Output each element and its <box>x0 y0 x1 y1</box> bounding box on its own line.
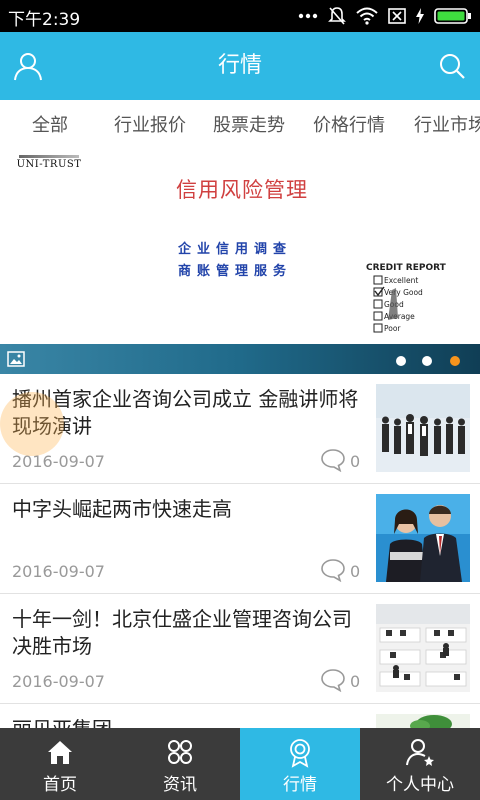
user-icon <box>14 53 42 81</box>
news-thumbnail-business-team <box>376 384 470 472</box>
tab-industry-market[interactable]: 行业市场 <box>414 100 480 152</box>
nav-market-label: 行情 <box>283 775 317 795</box>
search-icon <box>440 54 465 79</box>
status-time: 下午2:39 <box>8 10 81 30</box>
page-title: 行情 <box>217 53 262 78</box>
bottom-nav: 首页 资讯 行情 个人中心 <box>0 728 480 800</box>
comment-icon <box>321 669 345 692</box>
logo-text: UNI-TRUST <box>16 159 82 170</box>
user-star-icon <box>406 739 434 766</box>
nav-market[interactable]: 行情 <box>240 728 360 800</box>
sim-off-icon <box>388 8 406 24</box>
mute-bell-icon <box>328 7 346 25</box>
news-thumbnail-office <box>376 604 470 692</box>
banner-carousel[interactable]: UNI-TRUST 信用风险管理 企业信用调查 商账管理服务 CREDIT RE… <box>0 152 480 374</box>
banner-caption-strip <box>0 344 480 374</box>
wifi-icon <box>356 7 378 25</box>
status-bar: 下午2:39 <box>0 0 480 32</box>
battery-icon <box>434 8 471 24</box>
app-header: 行情 <box>0 32 480 100</box>
category-tabs: 全部 行业报价 股票走势 价格行情 行业市场 <box>0 100 480 152</box>
banner-logo: UNI-TRUST <box>16 155 82 170</box>
tab-price-quotes[interactable]: 价格行情 <box>313 100 385 152</box>
credit-report-graphic: CREDIT REPORT Excellent Very Good Good A… <box>366 263 447 333</box>
more-dots-icon <box>298 13 318 19</box>
nav-profile-label: 个人中心 <box>386 775 454 795</box>
news-title: 播州首家企业咨询公司成立 金融讲师将现场演讲 <box>12 387 359 438</box>
tab-industry-quotes[interactable]: 行业报价 <box>114 100 186 152</box>
news-date: 2016-09-07 <box>12 672 105 691</box>
nav-home[interactable]: 首页 <box>0 728 120 800</box>
nav-profile[interactable]: 个人中心 <box>360 728 480 800</box>
home-icon <box>48 741 72 764</box>
touch-ripple <box>0 392 64 456</box>
news-title: 十年一剑！北京仕盛企业管理咨询公司决胜市场 <box>12 607 352 658</box>
report-option-poor: Poor <box>384 324 401 333</box>
image-icon <box>7 351 25 367</box>
comment-icon <box>321 449 345 472</box>
charging-icon <box>416 8 424 24</box>
nav-home-label: 首页 <box>43 775 77 795</box>
search-button[interactable] <box>436 50 468 82</box>
badge-icon <box>290 739 310 768</box>
comment-icon <box>321 559 345 582</box>
grid-icon <box>168 740 192 764</box>
nav-news[interactable]: 资讯 <box>120 728 240 800</box>
carousel-dot-2[interactable] <box>422 356 432 366</box>
news-thumbnail-businesspeople <box>376 494 470 582</box>
banner-line-2: 商账管理服务 <box>178 264 293 279</box>
status-icons <box>298 6 472 26</box>
news-item[interactable]: 播州首家企业咨询公司成立 金融讲师将现场演讲 2016-09-07 0 <box>0 374 480 484</box>
comment-count: 0 <box>350 672 361 691</box>
tab-all[interactable]: 全部 <box>32 100 68 152</box>
comment-count: 0 <box>350 452 361 471</box>
news-date: 2016-09-07 <box>12 562 105 581</box>
tab-stock-trends[interactable]: 股票走势 <box>213 100 285 152</box>
logo-bar <box>19 155 79 158</box>
banner-heading: 信用风险管理 <box>176 178 308 202</box>
report-option-very-good: Very Good <box>384 288 423 297</box>
carousel-dot-3-active[interactable] <box>450 356 460 366</box>
banner-line-1: 企业信用调查 <box>178 242 293 257</box>
news-item[interactable]: 中字头崛起两市快速走高 2016-09-07 0 <box>0 484 480 594</box>
user-profile-button[interactable] <box>12 50 44 82</box>
news-item[interactable]: 十年一剑！北京仕盛企业管理咨询公司决胜市场 2016-09-07 0 <box>0 594 480 704</box>
carousel-dot-1[interactable] <box>396 356 406 366</box>
news-title: 中字头崛起两市快速走高 <box>12 497 232 521</box>
comment-count: 0 <box>350 562 361 581</box>
nav-news-label: 资讯 <box>163 775 197 795</box>
report-option-excellent: Excellent <box>384 276 418 285</box>
credit-report-title: CREDIT REPORT <box>366 263 447 273</box>
